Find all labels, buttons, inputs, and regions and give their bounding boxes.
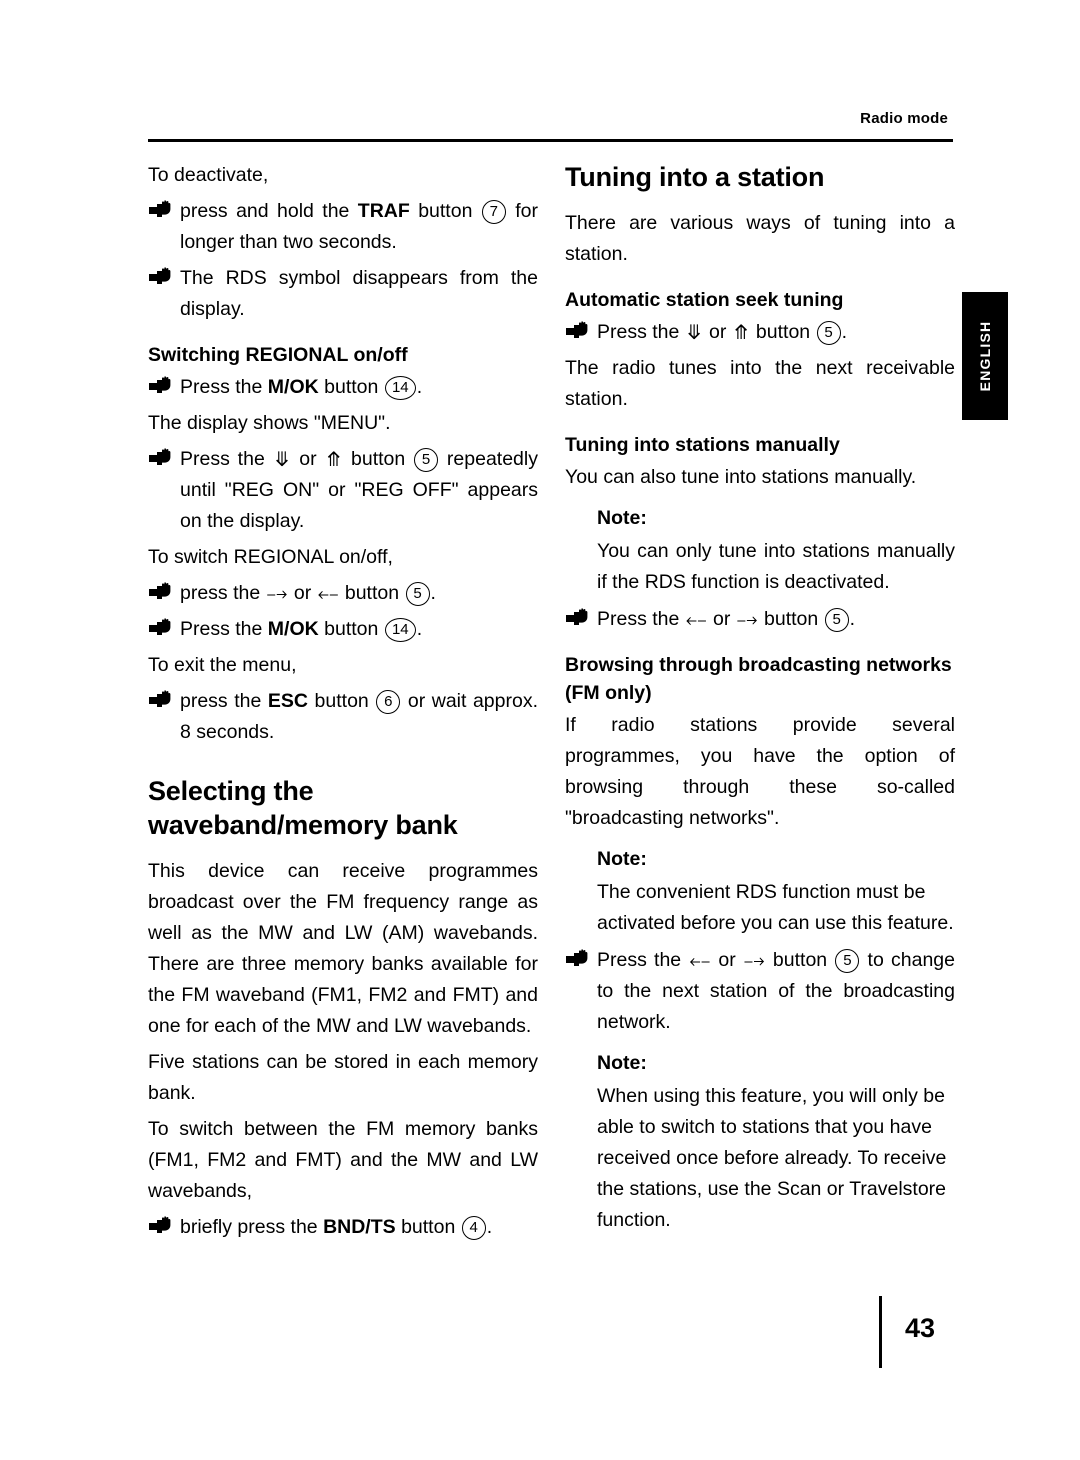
button-ref-14: 14	[384, 618, 416, 642]
arrow-right-icon: ⤍	[743, 948, 765, 972]
bullet-press-leftright-1: press the ⤍ or ⤌ button 5.	[148, 578, 538, 609]
paragraph-if-radio-stations: If radio stations provide several progra…	[565, 714, 955, 829]
heading-switching-regional: Switching REGIONAL on/off	[148, 344, 408, 366]
button-ref-5: 5	[824, 608, 849, 632]
pointing-hand-icon	[148, 580, 172, 606]
bullet-press-hold-traf: press and hold the TRAF button 7 for lon…	[148, 196, 538, 258]
pointing-hand-icon	[148, 446, 172, 472]
bullet-press-updown-seek: Press the ⤋ or ⤊ button 5.	[565, 317, 955, 348]
note-heading-1: Note:	[597, 507, 647, 529]
bullet-text: The RDS symbol disappears from the displ…	[180, 267, 538, 320]
note-body-2: The convenient RDS function must be acti…	[597, 881, 954, 934]
arrow-left-icon: ⤌	[689, 948, 711, 972]
bullet-press-leftright-manual: Press the ⤌ or ⤍ button 5.	[565, 604, 955, 635]
header-divider	[148, 139, 953, 142]
bullet-text: Press the ⤌ or ⤍ button 5 to change to t…	[597, 948, 955, 1033]
button-ref-5: 5	[405, 582, 430, 606]
bullet-press-bndts: briefly press the BND/TS button 4.	[148, 1212, 538, 1243]
bullet-press-leftright-browse: Press the ⤌ or ⤍ button 5 to change to t…	[565, 945, 955, 1038]
heading-selecting-waveband: Selecting the waveband/memory bank	[148, 776, 458, 840]
bullet-text: briefly press the BND/TS button 4.	[180, 1216, 493, 1240]
bullet-text: press the ⤍ or ⤌ button 5.	[180, 581, 436, 606]
display-shows-menu-text: The display shows "MENU".	[148, 412, 391, 434]
paragraph-to-switch-banks: To switch between the FM memory banks (F…	[148, 1118, 538, 1202]
bullet-text: press and hold the TRAF button 7 for lon…	[180, 200, 538, 253]
arrow-left-icon: ⤌	[317, 581, 339, 605]
arrow-right-icon: ⤍	[266, 581, 288, 605]
button-ref-14: 14	[384, 376, 416, 400]
arrow-right-icon: ⤍	[736, 607, 758, 631]
arrow-up-icon: ⤊	[325, 447, 343, 471]
bullet-rds-symbol-disappears: The RDS symbol disappears from the displ…	[148, 263, 538, 325]
pointing-hand-icon	[148, 374, 172, 400]
pointing-hand-icon	[148, 1214, 172, 1240]
to-exit-menu-text: To exit the menu,	[148, 654, 297, 676]
bullet-text: Press the ⤌ or ⤍ button 5.	[597, 607, 856, 632]
heading-browsing-networks: Browsing through broadcasting networks (…	[565, 654, 952, 704]
pointing-hand-icon	[148, 616, 172, 642]
running-head: Radio mode	[860, 110, 948, 127]
arrow-down-icon: ⤋	[685, 320, 703, 344]
paragraph-you-can-also: You can also tune into stations manually…	[565, 466, 917, 488]
page-number: 43	[905, 1313, 936, 1343]
arrow-down-icon: ⤋	[273, 447, 291, 471]
pointing-hand-icon	[148, 265, 172, 291]
arrow-left-icon: ⤌	[685, 607, 707, 631]
note-body-1: You can only tune into stations manually…	[597, 540, 955, 593]
right-column: Tuning into a station There are various …	[565, 160, 955, 1242]
button-ref-5: 5	[816, 321, 841, 345]
footer-divider	[879, 1296, 882, 1368]
note-heading-3: Note:	[597, 1052, 647, 1074]
manual-page: Radio mode ENGLISH To deactivate, press …	[0, 0, 1080, 1460]
to-switch-regional-text: To switch REGIONAL on/off,	[148, 546, 393, 568]
pointing-hand-icon	[148, 688, 172, 714]
heading-automatic-seek: Automatic station seek tuning	[565, 289, 844, 311]
bullet-text: Press the M/OK button 14.	[180, 618, 423, 642]
paragraph-various-ways: There are various ways of tuning into a …	[565, 212, 955, 265]
pointing-hand-icon	[565, 947, 589, 973]
button-ref-7: 7	[481, 200, 506, 224]
bullet-press-esc: press the ESC button 6 or wait approx. 8…	[148, 686, 538, 748]
language-tab: ENGLISH	[962, 292, 1008, 420]
paragraph-radio-tunes: The radio tunes into the next receivable…	[565, 357, 955, 410]
paragraph-five-stations: Five stations can be stored in each memo…	[148, 1051, 538, 1104]
button-ref-5: 5	[835, 949, 860, 973]
bullet-text: Press the M/OK button 14.	[180, 376, 423, 400]
language-tab-label: ENGLISH	[977, 320, 993, 392]
arrow-up-icon: ⤊	[732, 320, 750, 344]
pointing-hand-icon	[148, 198, 172, 224]
heading-tuning-into-station: Tuning into a station	[565, 162, 825, 192]
note-heading-2: Note:	[597, 848, 647, 870]
bullet-text: Press the ⤋ or ⤊ button 5 repeatedly unt…	[180, 447, 538, 532]
pointing-hand-icon	[565, 606, 589, 632]
bullet-press-mok-2: Press the M/OK button 14.	[148, 614, 538, 645]
paragraph-device-receive: This device can receive programmes broad…	[148, 860, 538, 1037]
to-deactivate-text: To deactivate,	[148, 164, 269, 186]
left-column: To deactivate, press and hold the TRAF b…	[148, 160, 538, 1248]
bullet-press-mok-1: Press the M/OK button 14.	[148, 372, 538, 403]
pointing-hand-icon	[565, 319, 589, 345]
note-body-3: When using this feature, you will only b…	[597, 1085, 947, 1231]
button-ref-6: 6	[376, 690, 401, 714]
bullet-text: Press the ⤋ or ⤊ button 5.	[597, 320, 847, 345]
button-ref-5: 5	[414, 448, 439, 472]
button-ref-4: 4	[461, 1216, 486, 1240]
bullet-press-updown-repeatedly: Press the ⤋ or ⤊ button 5 repeatedly unt…	[148, 444, 538, 537]
heading-tuning-manually: Tuning into stations manually	[565, 434, 840, 456]
bullet-text: press the ESC button 6 or wait approx. 8…	[180, 690, 538, 743]
